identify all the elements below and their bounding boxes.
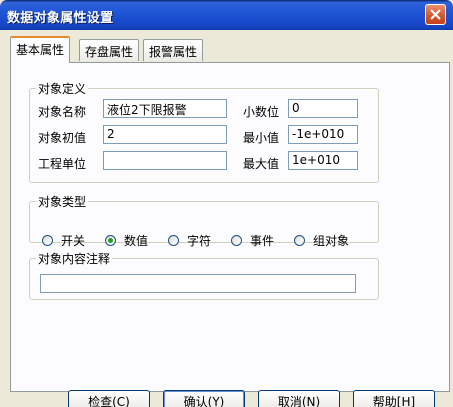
- initial-value-field[interactable]: 2: [103, 125, 227, 144]
- radio-group-object-label: 组对象: [313, 234, 350, 248]
- cancel-button[interactable]: 取消(N): [258, 390, 340, 407]
- tab-storage-properties[interactable]: 存盘属性: [79, 39, 140, 61]
- decimals-field[interactable]: 0: [288, 99, 358, 118]
- radio-switch-indicator[interactable]: [42, 235, 53, 246]
- initial-value-label: 对象初值: [38, 131, 87, 145]
- tab-bar: 基本属性 存盘属性 报警属性: [10, 36, 450, 63]
- unit-label: 工程单位: [38, 157, 87, 171]
- object-name-field[interactable]: 液位2下限报警: [103, 99, 227, 118]
- radio-string-label: 字符: [187, 234, 212, 248]
- max-value-field[interactable]: 1e+010: [288, 151, 358, 170]
- object-type-legend: 对象类型: [38, 195, 87, 209]
- type-radio-event[interactable]: 事件: [231, 232, 274, 249]
- min-value-label: 最小值: [243, 131, 280, 145]
- object-definition-legend: 对象定义: [38, 82, 87, 96]
- radio-numeric-label: 数值: [124, 234, 149, 248]
- type-radio-numeric[interactable]: 数值: [105, 232, 148, 249]
- tab-panel: 对象定义 对象名称 液位2下限报警 对象初值 2 工程单位 小数位 0 最小值 …: [10, 62, 450, 392]
- help-button[interactable]: 帮助[H]: [353, 390, 435, 407]
- type-radio-group-object[interactable]: 组对象: [294, 232, 349, 249]
- window-title: 数据对象属性设置: [7, 11, 114, 26]
- title-bar[interactable]: 数据对象属性设置: [0, 0, 453, 30]
- min-value-field[interactable]: -1e+010: [288, 125, 358, 144]
- decimals-label: 小数位: [243, 105, 280, 119]
- ok-button[interactable]: 确认(Y): [163, 390, 245, 407]
- radio-numeric-indicator[interactable]: [105, 235, 116, 246]
- check-button[interactable]: 检查(C): [68, 390, 150, 407]
- radio-event-label: 事件: [250, 234, 275, 248]
- comment-field[interactable]: [40, 274, 356, 293]
- close-button[interactable]: [425, 4, 446, 25]
- type-radio-string[interactable]: 字符: [168, 232, 211, 249]
- object-type-group: 对象类型 开关 数值 字符 事件 组对象: [29, 193, 379, 248]
- type-radio-switch[interactable]: 开关: [42, 232, 85, 249]
- tab-alarm-properties[interactable]: 报警属性: [143, 39, 204, 61]
- radio-string-indicator[interactable]: [168, 235, 179, 246]
- close-icon: [430, 9, 441, 20]
- radio-group-object-indicator[interactable]: [294, 235, 305, 246]
- unit-field[interactable]: [103, 151, 227, 170]
- radio-switch-label: 开关: [61, 234, 86, 248]
- dialog-window: 数据对象属性设置 基本属性 存盘属性 报警属性 对象定义 对象名称 液位2下限报…: [0, 0, 453, 407]
- radio-event-indicator[interactable]: [231, 235, 242, 246]
- max-value-label: 最大值: [243, 157, 280, 171]
- comment-legend: 对象内容注释: [38, 252, 111, 266]
- tab-basic-properties[interactable]: 基本属性: [10, 36, 71, 63]
- object-name-label: 对象名称: [38, 105, 87, 119]
